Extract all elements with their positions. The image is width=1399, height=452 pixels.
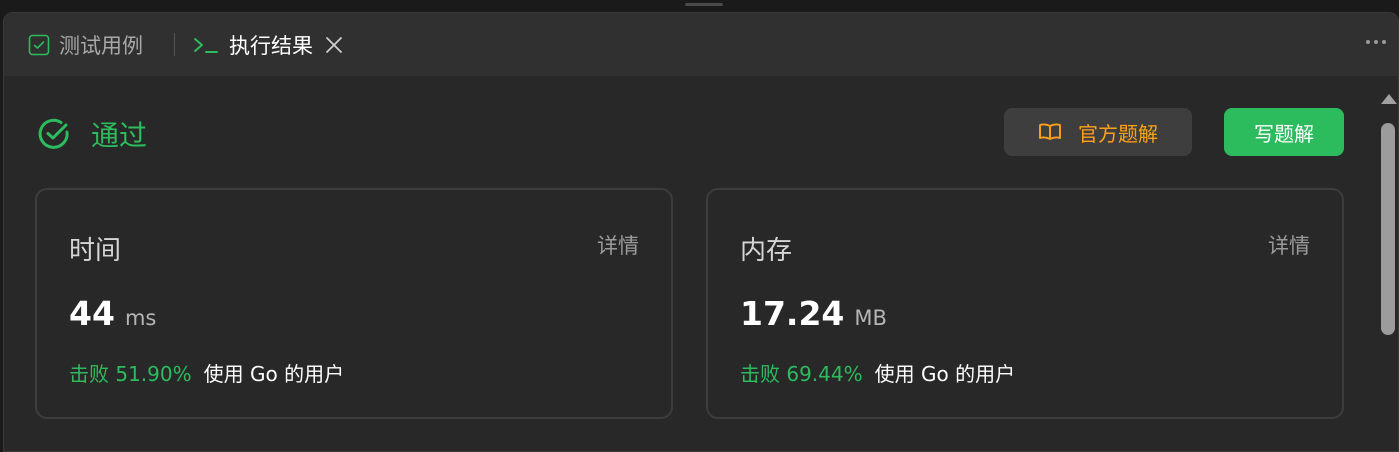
runtime-detail-link[interactable]: 详情 [597, 230, 639, 260]
book-icon [1038, 122, 1062, 142]
scroll-thumb[interactable] [1381, 123, 1395, 335]
memory-users-text: 使用 Go 的用户 [874, 362, 1016, 386]
memory-title: 内存 [740, 236, 793, 266]
memory-unit: MB [854, 306, 887, 330]
result-panel: 测试用例 执行结果 通过 官方题解 写题解 时间 详情 44 ms 击败 51.… [3, 12, 1399, 452]
tab-testcase-label: 测试用例 [59, 33, 143, 58]
memory-card: 内存 详情 17.24 MB 击败 69.44% 使用 Go 的用户 [706, 188, 1344, 419]
runtime-unit: ms [124, 306, 157, 330]
submission-status: 通过 [37, 114, 147, 154]
memory-detail-link[interactable]: 详情 [1268, 230, 1310, 260]
write-solution-button[interactable]: 写题解 [1224, 108, 1344, 156]
official-solution-label: 官方题解 [1078, 121, 1158, 146]
memory-value: 17.24 MB [740, 294, 887, 333]
more-icon[interactable] [1366, 40, 1386, 44]
tab-testcase[interactable]: 测试用例 [28, 13, 143, 76]
memory-beats-percent: 击败 69.44% [740, 362, 863, 386]
write-solution-label: 写题解 [1254, 121, 1314, 146]
panel-resize-handle[interactable] [685, 3, 723, 6]
memory-beats: 击败 69.44% 使用 Go 的用户 [740, 358, 1015, 387]
check-circle-icon [37, 117, 71, 151]
close-icon[interactable] [325, 36, 343, 54]
checkbox-check-icon [28, 34, 50, 56]
runtime-title: 时间 [69, 236, 122, 266]
tab-result-label: 执行结果 [229, 33, 313, 58]
runtime-users-text: 使用 Go 的用户 [203, 362, 345, 386]
runtime-beats: 击败 51.90% 使用 Go 的用户 [69, 358, 344, 387]
tab-result[interactable]: 执行结果 [192, 13, 343, 76]
runtime-number: 44 [69, 294, 115, 333]
scroll-up-arrow-icon[interactable] [1381, 94, 1397, 104]
runtime-value: 44 ms [69, 294, 156, 333]
runtime-card: 时间 详情 44 ms 击败 51.90% 使用 Go 的用户 [35, 188, 673, 419]
status-label: 通过 [91, 119, 148, 152]
tab-divider [174, 33, 175, 56]
memory-number: 17.24 [740, 294, 845, 333]
official-solution-button[interactable]: 官方题解 [1004, 108, 1192, 156]
tab-bar: 测试用例 执行结果 [4, 13, 1398, 76]
runtime-beats-percent: 击败 51.90% [69, 362, 192, 386]
terminal-icon [192, 34, 220, 56]
vertical-scrollbar[interactable] [1378, 89, 1398, 451]
